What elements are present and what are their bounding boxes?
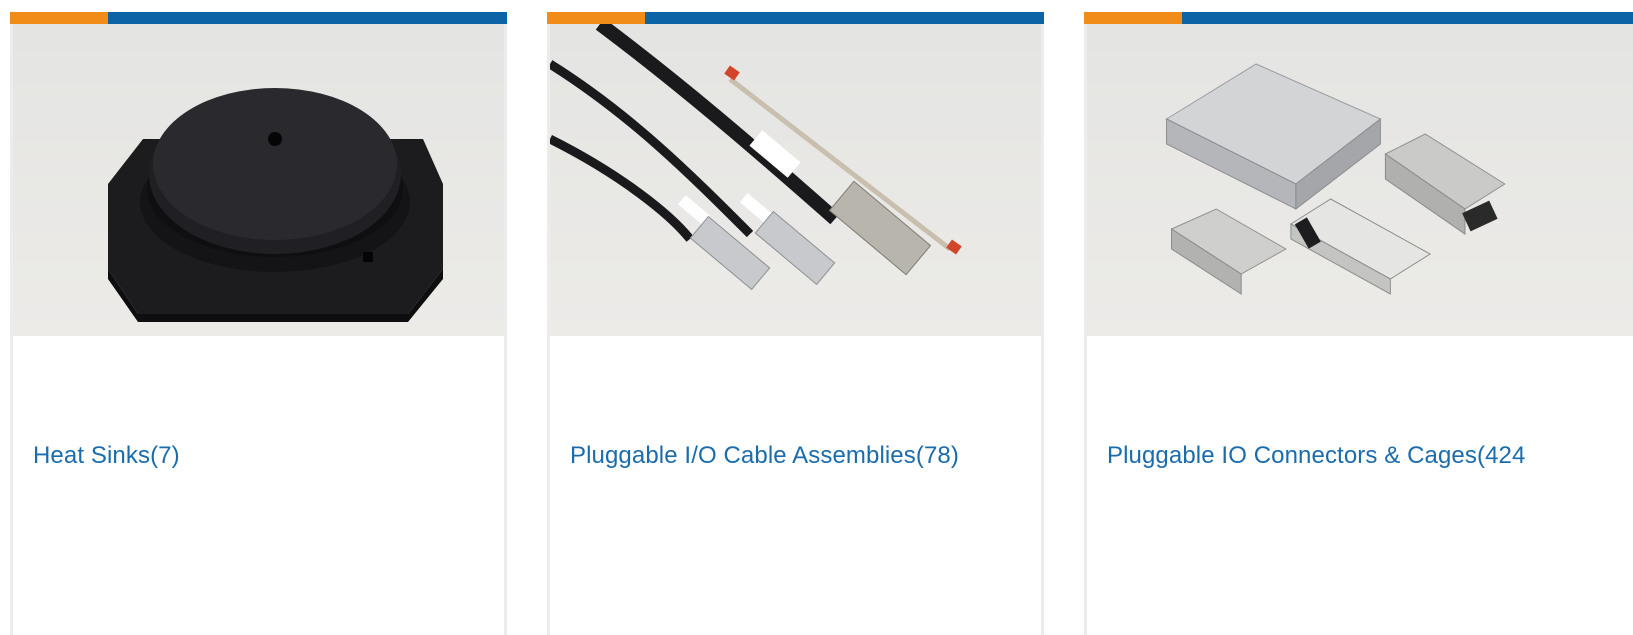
- orange-accent: [1084, 12, 1182, 24]
- category-card-connectors-cages[interactable]: Pluggable IO Connectors & Cages(424: [1084, 12, 1633, 635]
- category-grid: Heat Sinks(7) Pluggable I/O Cable Assemb…: [0, 0, 1633, 635]
- category-count: (424: [1476, 442, 1526, 469]
- orange-accent: [10, 12, 108, 24]
- category-name: Heat Sinks: [33, 442, 151, 469]
- category-count: (7): [150, 442, 180, 469]
- card-top-bar: [1084, 12, 1633, 24]
- category-card-heat-sinks[interactable]: Heat Sinks(7): [10, 12, 507, 635]
- category-link-cable-assemblies[interactable]: Pluggable I/O Cable Assemblies(78): [570, 442, 959, 470]
- category-link-connectors-cages[interactable]: Pluggable IO Connectors & Cages(424: [1107, 442, 1525, 470]
- category-link-heat-sinks[interactable]: Heat Sinks(7): [33, 442, 180, 470]
- category-name: Pluggable IO Connectors & Cages: [1107, 442, 1477, 469]
- cable-assembly-photo[interactable]: [550, 24, 1041, 336]
- card-top-bar: [10, 12, 507, 24]
- heat-sink-photo[interactable]: [13, 24, 504, 336]
- category-count: (78): [915, 442, 959, 469]
- orange-accent: [547, 12, 645, 24]
- category-card-cable-assemblies[interactable]: Pluggable I/O Cable Assemblies(78): [547, 12, 1044, 635]
- category-name: Pluggable I/O Cable Assemblies: [570, 442, 916, 469]
- connector-cage-photo[interactable]: [1087, 24, 1633, 336]
- card-top-bar: [547, 12, 1044, 24]
